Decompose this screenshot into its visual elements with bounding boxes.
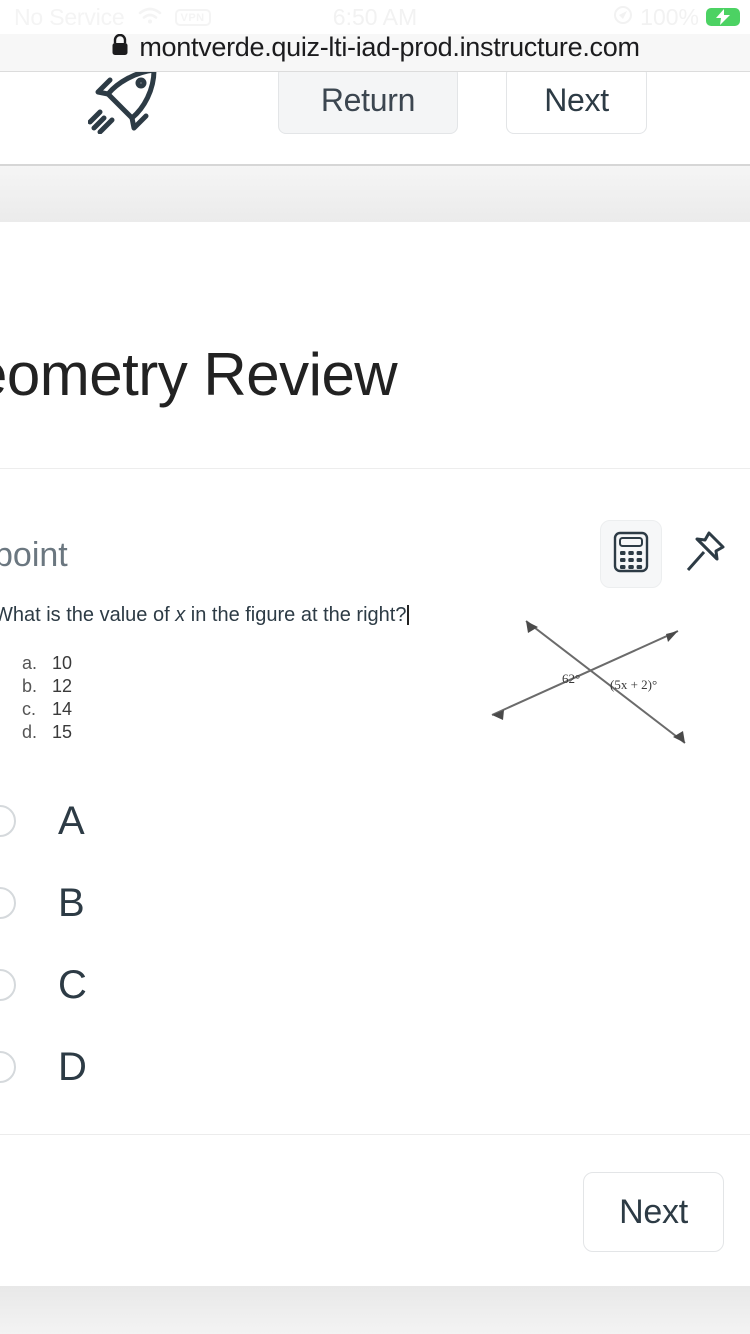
embedded-option-list: a. 10 b. 12 c. 14 d. 15	[22, 652, 72, 744]
radio-button[interactable]	[0, 805, 16, 837]
answer-choice-c[interactable]: C	[0, 944, 750, 1026]
answer-choice-a[interactable]: A	[0, 780, 750, 862]
lock-icon	[110, 33, 130, 62]
answer-choice-b[interactable]: B	[0, 862, 750, 944]
choice-label: D	[58, 1044, 87, 1089]
quiz-toolbar: Return Next	[0, 62, 750, 166]
choice-label: C	[58, 962, 87, 1007]
prompt-part-1: What is the value of	[0, 604, 176, 626]
location-icon	[613, 5, 633, 30]
list-item: b. 12	[22, 675, 72, 698]
option-letter: a.	[22, 653, 38, 673]
battery-charging-icon	[706, 8, 740, 26]
choice-label: A	[58, 798, 85, 843]
list-item: c. 14	[22, 698, 72, 721]
option-value: 14	[52, 699, 73, 719]
text-caret	[407, 605, 410, 625]
radio-button[interactable]	[0, 1051, 16, 1083]
geometry-figure: 62° (5x + 2)°	[470, 615, 700, 760]
option-value: 10	[52, 653, 73, 673]
next-button-bottom[interactable]: Next	[583, 1172, 724, 1252]
url-text: montverde.quiz-lti-iad-prod.instructure.…	[139, 32, 640, 62]
return-button[interactable]: Return	[278, 66, 458, 134]
points-label: point	[0, 536, 68, 574]
status-right-group: 100%	[613, 4, 740, 31]
option-letter: b.	[22, 676, 38, 696]
header-gray-band	[0, 166, 750, 222]
calculator-icon	[613, 531, 649, 578]
prompt-part-2: in the figure at the right?	[185, 604, 407, 626]
figure-angle-left: 62°	[562, 671, 580, 686]
battery-percent-label: 100%	[640, 3, 699, 30]
next-button-top[interactable]: Next	[506, 66, 647, 134]
rocket-icon	[87, 67, 162, 139]
pushpin-icon	[683, 529, 727, 580]
browser-bottom-bar	[0, 1286, 750, 1334]
list-item: d. 15	[22, 721, 72, 744]
question-tools	[600, 520, 732, 588]
answer-choice-list: A B C D	[0, 780, 750, 1108]
page-title: eometry Review	[0, 341, 398, 408]
radio-button[interactable]	[0, 887, 16, 919]
list-item: a. 10	[22, 652, 72, 675]
ios-status-bar: No Service VPN 6:50 AM 100%	[0, 0, 750, 34]
pin-question-button[interactable]	[678, 525, 732, 583]
toolbar-divider	[0, 164, 750, 166]
prompt-variable: x	[175, 604, 186, 626]
answer-choice-d[interactable]: D	[0, 1026, 750, 1108]
footer-divider	[0, 1134, 750, 1135]
title-divider	[0, 468, 750, 469]
option-letter: d.	[22, 722, 38, 742]
quiz-page: Return Next No Service VPN 6:50 AM 100% …	[0, 0, 750, 1334]
option-value: 15	[52, 722, 73, 742]
choice-label: B	[58, 880, 85, 925]
option-value: 12	[52, 676, 73, 696]
radio-button[interactable]	[0, 969, 16, 1001]
figure-angle-right: (5x + 2)°	[610, 677, 657, 692]
option-letter: c.	[22, 699, 37, 719]
calculator-button[interactable]	[600, 520, 662, 588]
question-prompt: What is the value of x in the figure at …	[0, 604, 410, 627]
